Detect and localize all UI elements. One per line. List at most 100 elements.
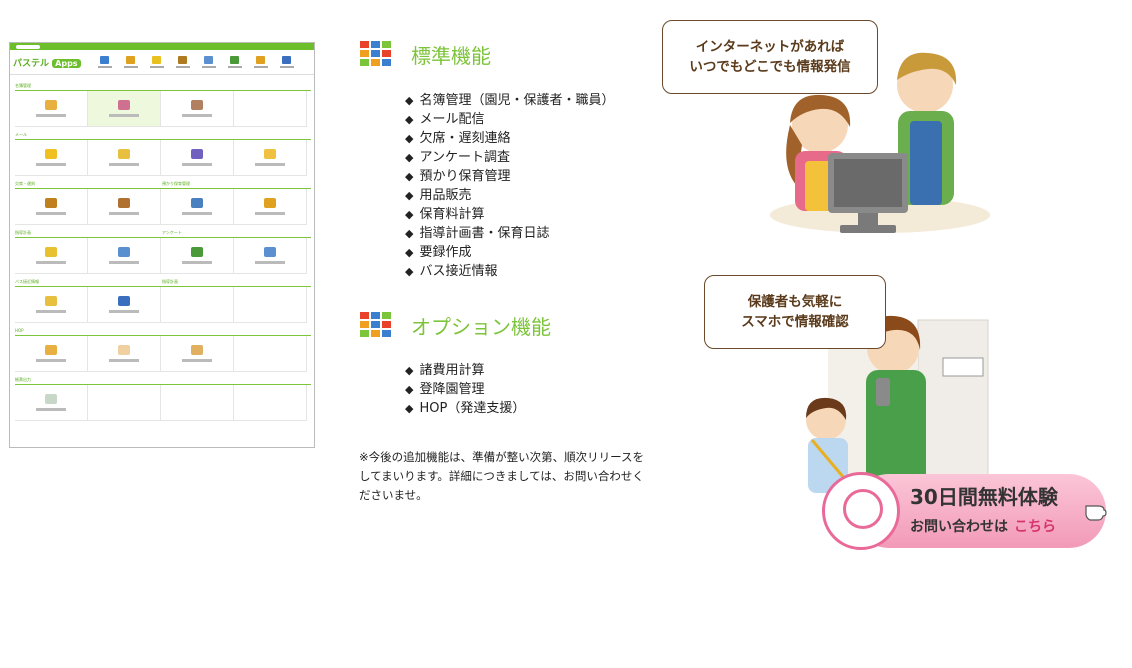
app-tile-label: [36, 408, 66, 411]
cta-icon-circle: [822, 472, 900, 550]
app-menu-section: 欠席・遅刻 預かり保育管理: [15, 180, 311, 225]
app-menu-tile: [15, 238, 88, 274]
app-tile-label: [36, 310, 66, 313]
color-grid-square: [371, 41, 380, 48]
app-nav: [95, 56, 296, 68]
app-tile-icon: [45, 247, 57, 257]
feature-item: ◆ メール配信: [405, 110, 614, 129]
app-menu-tile: [161, 336, 234, 372]
app-tile-icon: [191, 247, 203, 257]
app-menu-tile: [88, 189, 161, 225]
color-grid-square: [360, 321, 369, 328]
app-menu-tile: [15, 189, 88, 225]
app-tile-label: [255, 163, 285, 166]
app-tile-icon: [264, 247, 276, 257]
color-grid-square: [371, 59, 380, 66]
app-nav-icon: [100, 56, 109, 64]
color-grid-square: [371, 321, 380, 328]
app-nav-item: [121, 56, 140, 68]
app-tile-icon: [118, 345, 130, 355]
app-menu-tile: [234, 140, 307, 176]
app-nav-icon: [178, 56, 187, 64]
app-nav-item: [199, 56, 218, 68]
app-nav-label: [149, 66, 164, 68]
app-tile-icon: [45, 296, 57, 306]
standard-features-list: ◆ 名簿管理（園児・保護者・職員） ◆ メール配信 ◆ 欠席・遅刻連絡 ◆ アンケート調査 ◆ 預…: [405, 91, 614, 281]
app-tile-icon: [264, 149, 276, 159]
app-section-header: 帳票出力: [15, 376, 311, 385]
app-nav-label: [123, 66, 138, 68]
color-grid-square: [382, 59, 391, 66]
app-tile-label: [36, 114, 66, 117]
app-nav-label: [201, 66, 216, 68]
cta-contact-label: お問い合わせは: [910, 519, 1008, 535]
free-trial-cta-button[interactable]: 30日間無料体験 お問い合わせは こちら: [822, 472, 1108, 550]
diamond-bullet-icon: ◆: [405, 151, 414, 164]
app-menu-row: [15, 385, 311, 421]
app-section-title: アンケート: [162, 230, 182, 235]
cta-main-text: 30日間無料体験: [910, 485, 1058, 509]
app-nav-item: [147, 56, 166, 68]
feature-item-label: 保育料計算: [419, 207, 485, 222]
app-tile-label: [109, 310, 139, 313]
app-menu-tile: [15, 336, 88, 372]
app-section-title: [162, 327, 309, 335]
bubble-bottom-line1: 保護者も気軽に: [747, 294, 843, 310]
feature-item: ◆ 諸費用計算: [405, 361, 525, 380]
app-menu-section: 帳票出力: [15, 376, 311, 421]
color-grid-icon: [360, 312, 391, 338]
bubble-top-line1: インターネットがあれば: [695, 39, 845, 55]
app-menu-section: HOP: [15, 327, 311, 372]
feature-item-label: 指導計画書・保育日誌: [419, 226, 550, 241]
app-menu-tile: [234, 287, 307, 323]
app-nav-icon: [282, 56, 291, 64]
color-grid-square: [360, 330, 369, 337]
diamond-bullet-icon: ◆: [405, 227, 414, 240]
bubble-top-line2: いつでもどこでも情報発信: [689, 59, 851, 75]
app-section-header: HOP: [15, 327, 311, 336]
feature-item: ◆ アンケート調査: [405, 148, 614, 167]
app-topbar: [10, 43, 314, 50]
app-menu-tile: [234, 189, 307, 225]
app-tile-icon: [191, 149, 203, 159]
cta-link-text[interactable]: こちら: [1014, 519, 1056, 535]
feature-item-label: バス接近情報: [419, 264, 498, 279]
app-menu-tile: [15, 140, 88, 176]
headset-operator-icon: [843, 489, 883, 529]
app-section-header: 指導計画 アンケート: [15, 229, 311, 238]
color-grid-icon: [360, 41, 391, 67]
app-tile-label: [182, 163, 212, 166]
app-section-title: バス接近情報: [15, 279, 39, 284]
app-menu-tile: [15, 385, 88, 421]
app-tile-icon: [45, 149, 57, 159]
color-grid-square: [382, 41, 391, 48]
feature-item-label: 欠席・遅刻連絡: [419, 131, 511, 146]
color-grid-square: [360, 312, 369, 319]
app-tile-icon: [264, 198, 276, 208]
app-section-title: 名簿管理: [15, 83, 31, 88]
color-grid-square: [360, 41, 369, 48]
app-tile-label: [36, 359, 66, 362]
app-tile-icon: [118, 100, 130, 110]
app-nav-item: [251, 56, 270, 68]
color-grid-square: [382, 330, 391, 337]
diamond-bullet-icon: ◆: [405, 170, 414, 183]
app-tile-icon: [45, 100, 57, 110]
feature-item-label: アンケート調査: [419, 150, 510, 165]
app-menu-section: 指導計画 アンケート: [15, 229, 311, 274]
app-menu-section: 名簿管理: [15, 82, 311, 127]
app-menu-tile: [234, 385, 307, 421]
app-section-title: 預かり保育管理: [162, 181, 190, 186]
app-menu-tile: [161, 91, 234, 127]
app-nav-item: [173, 56, 192, 68]
app-menu-row: [15, 336, 311, 372]
pointing-hand-icon: [1085, 505, 1107, 521]
app-tile-icon: [45, 394, 57, 404]
app-tile-label: [36, 163, 66, 166]
color-grid-square: [371, 50, 380, 57]
app-section-header: 名簿管理: [15, 82, 311, 91]
app-tile-label: [109, 163, 139, 166]
app-nav-label: [175, 66, 190, 68]
diamond-bullet-icon: ◆: [405, 402, 414, 415]
app-menu-tile: [88, 140, 161, 176]
